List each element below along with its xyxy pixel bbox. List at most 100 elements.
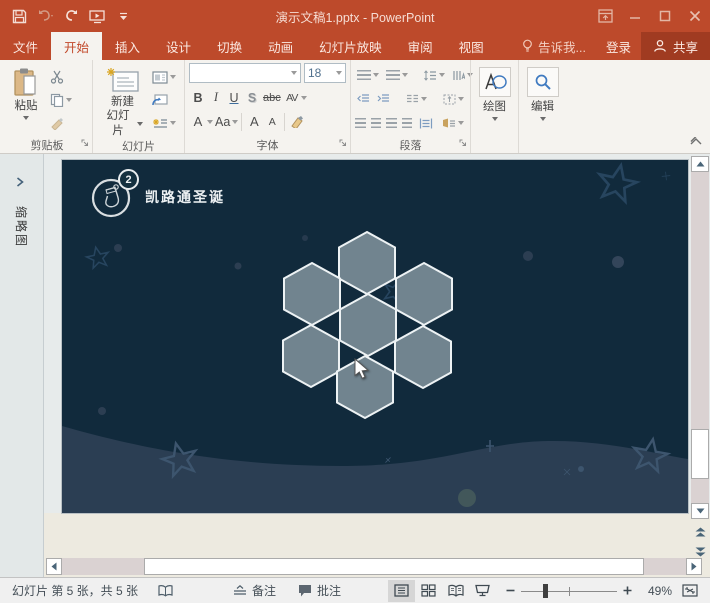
scroll-right-button[interactable] (686, 558, 702, 575)
format-painter-button[interactable] (48, 113, 74, 133)
scroll-left-button[interactable] (46, 558, 62, 575)
slide-title-text[interactable]: 凯路通圣诞 (145, 187, 225, 207)
numbering-button[interactable] (384, 65, 410, 85)
editing-button[interactable]: 编辑 (523, 63, 562, 121)
paragraph-dialog-launcher[interactable] (459, 136, 467, 150)
justify-button[interactable] (402, 118, 413, 128)
columns-button[interactable] (404, 89, 429, 109)
thumbnails-pane-collapsed[interactable]: 缩略图 (0, 154, 44, 577)
copy-button[interactable] (48, 90, 74, 110)
undo-button[interactable] (34, 5, 56, 27)
zoom-out-button[interactable] (496, 578, 517, 603)
proofing-status-button[interactable] (152, 578, 179, 603)
close-button[interactable] (680, 0, 710, 32)
zoom-slider-thumb[interactable] (543, 584, 548, 598)
customize-qat-button[interactable] (112, 5, 134, 27)
horizontal-scroll-track[interactable] (62, 558, 686, 575)
font-dialog-launcher[interactable] (339, 136, 347, 150)
maximize-button[interactable] (650, 0, 680, 32)
hexagon-shape[interactable] (340, 294, 396, 356)
redo-button[interactable] (60, 5, 82, 27)
tab-transitions[interactable]: 切换 (204, 32, 255, 60)
fit-slide-to-window-button[interactable] (676, 578, 704, 603)
align-left-button[interactable] (355, 118, 366, 128)
share-button[interactable]: 共享 (641, 32, 710, 60)
decrease-indent-button[interactable] (355, 89, 372, 109)
tab-file[interactable]: 文件 (0, 32, 51, 60)
sign-in-button[interactable]: 登录 (596, 32, 641, 60)
clipboard-group: 粘贴 剪贴板 (2, 60, 92, 153)
underline-button[interactable]: U (225, 87, 243, 108)
tell-me-box[interactable]: 告诉我... (512, 32, 596, 60)
horizontal-scroll-thumb[interactable] (144, 558, 644, 575)
zoom-in-button[interactable] (621, 578, 634, 603)
tab-row-right: 告诉我... 登录 共享 (512, 32, 710, 60)
increase-indent-button[interactable] (375, 89, 392, 109)
italic-button[interactable]: I (207, 87, 225, 108)
bullets-button[interactable] (355, 65, 381, 85)
change-case-button[interactable]: Aa (213, 111, 232, 132)
vertical-scroll-track[interactable] (691, 172, 709, 503)
grow-font-button[interactable]: A (245, 111, 263, 132)
drawing-button[interactable]: 绘图 (475, 63, 514, 121)
tab-insert[interactable]: 插入 (102, 32, 153, 60)
slide-canvas[interactable]: 2 凯路通圣诞 (62, 160, 688, 513)
align-text-button[interactable] (441, 89, 466, 109)
clipboard-dialog-launcher[interactable] (81, 136, 89, 150)
bold-button[interactable]: B (189, 87, 207, 108)
convert-to-smartart-button[interactable] (440, 113, 466, 133)
slide-indicator[interactable]: 幻灯片 第 5 张，共 5 张 (6, 578, 144, 603)
cut-button[interactable] (48, 67, 74, 87)
tab-slideshow[interactable]: 幻灯片放映 (306, 32, 395, 60)
tab-review[interactable]: 审阅 (395, 32, 446, 60)
zoom-slider[interactable] (521, 583, 617, 599)
normal-view-button[interactable] (388, 580, 415, 602)
distribute-button[interactable] (417, 113, 435, 133)
reset-button[interactable] (150, 90, 178, 110)
vertical-scrollbar[interactable] (690, 156, 710, 560)
tab-design[interactable]: 设计 (153, 32, 204, 60)
shrink-font-button[interactable]: A (263, 111, 281, 132)
font-size-combo[interactable]: 18 (304, 63, 346, 83)
font-color-button[interactable]: A (189, 111, 207, 132)
clear-formatting-button[interactable] (288, 111, 306, 132)
start-from-beginning-button[interactable] (86, 5, 108, 27)
decor-dot (523, 251, 533, 261)
text-shadow-button[interactable]: S (243, 87, 261, 108)
ribbon-display-options-button[interactable] (590, 0, 620, 32)
layout-button[interactable] (150, 67, 178, 87)
tab-animations[interactable]: 动画 (255, 32, 306, 60)
character-spacing-button[interactable]: AV (283, 87, 301, 108)
tab-view[interactable]: 视图 (446, 32, 497, 60)
expand-pane-chevron-icon[interactable] (15, 176, 25, 191)
zoom-level[interactable]: 49% (636, 584, 672, 598)
hexagon-shape[interactable] (396, 263, 452, 325)
slideshow-view-button[interactable] (469, 580, 496, 602)
align-right-button[interactable] (386, 118, 397, 128)
save-button[interactable] (8, 5, 30, 27)
scroll-down-button[interactable] (691, 503, 709, 519)
horizontal-scrollbar[interactable] (46, 558, 702, 575)
previous-slide-button[interactable] (695, 526, 706, 540)
collapse-ribbon-button[interactable] (690, 134, 702, 148)
notes-button[interactable]: 备注 (227, 578, 282, 603)
vertical-scroll-thumb[interactable] (691, 429, 709, 479)
align-center-button[interactable] (371, 118, 382, 128)
section-button[interactable] (150, 113, 178, 133)
hexagon-shape[interactable] (395, 326, 451, 388)
paste-button[interactable]: 粘贴 (6, 63, 46, 137)
strikethrough-button[interactable]: abc (261, 87, 283, 108)
scroll-up-button[interactable] (691, 156, 709, 172)
minimize-button[interactable] (620, 0, 650, 32)
reading-view-button[interactable] (442, 580, 469, 602)
line-spacing-button[interactable] (422, 65, 447, 85)
animation-order-badge[interactable]: 2 (118, 169, 139, 190)
font-name-combo[interactable] (189, 63, 301, 83)
new-slide-button[interactable]: 新建 幻灯片 (97, 63, 148, 138)
slide-sorter-view-button[interactable] (415, 580, 442, 602)
tab-home[interactable]: 开始 (51, 32, 102, 60)
hexagon-shape[interactable] (283, 325, 339, 387)
comments-button[interactable]: 批注 (292, 578, 347, 603)
font-group-label: 字体 (257, 137, 279, 153)
hexagon-shape[interactable] (284, 263, 340, 325)
